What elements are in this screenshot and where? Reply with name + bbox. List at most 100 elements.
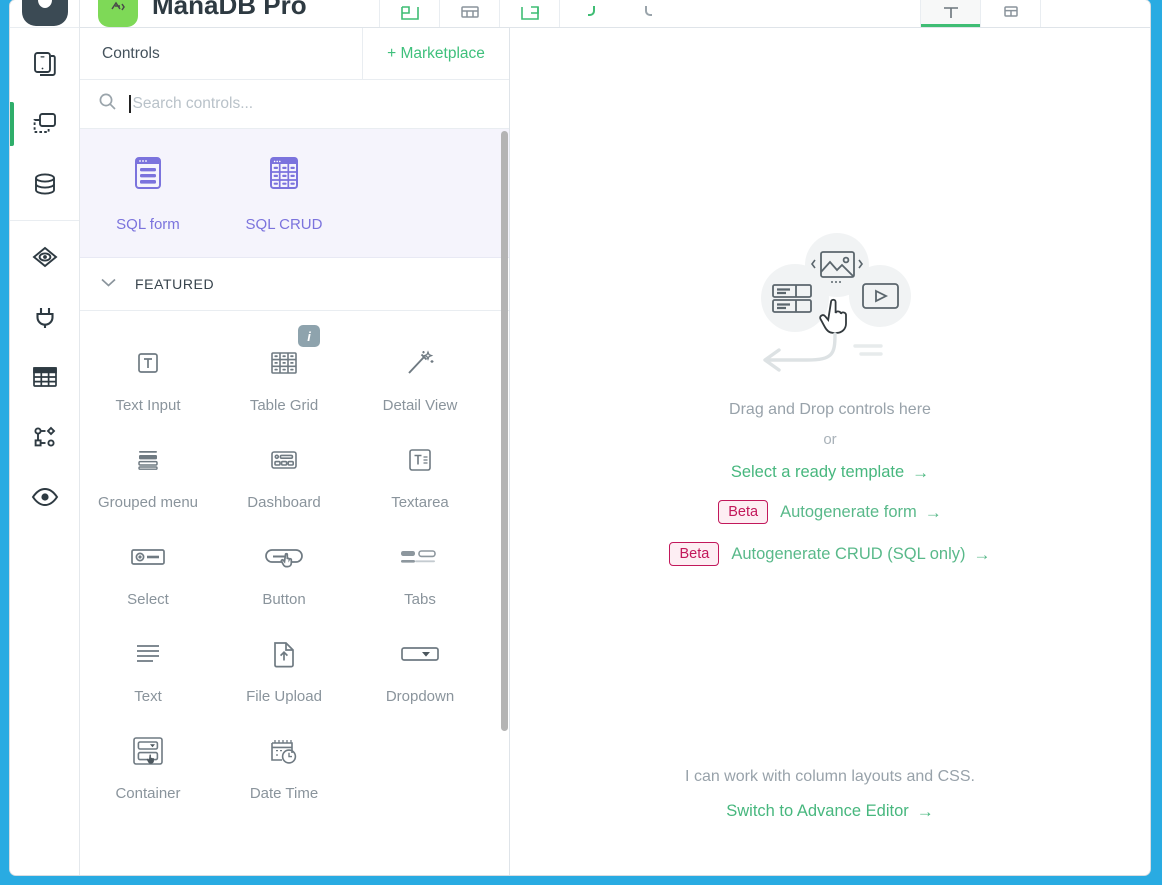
tabs-icon	[352, 535, 488, 579]
browser-frame: ManaDB Pro	[0, 0, 1162, 885]
toolbar-grid-icon[interactable]	[440, 0, 500, 27]
section-title: FEATURED	[135, 276, 214, 292]
sidebar-item-pages[interactable]	[10, 34, 79, 94]
control-label: Date Time	[216, 785, 352, 802]
control-label: File Upload	[216, 688, 352, 705]
control-file-upload[interactable]: File Upload	[216, 614, 352, 711]
toolbar-layout-left-icon[interactable]	[380, 0, 440, 27]
control-label: Text	[80, 688, 216, 705]
table-grid-icon	[216, 341, 352, 385]
control-label: Container	[80, 785, 216, 802]
advance-editor-hint: I can work with column layouts and CSS.	[510, 768, 1150, 786]
text-icon	[80, 632, 216, 676]
detail-view-icon	[352, 341, 488, 385]
date-time-icon	[216, 729, 352, 773]
autogenerate-crud-row: Beta Autogenerate CRUD (SQL only) →	[669, 542, 990, 566]
control-label: SQL CRUD	[216, 216, 352, 233]
control-label: Tabs	[352, 591, 488, 608]
control-label: Textarea	[352, 494, 488, 511]
control-tabs[interactable]: Tabs	[352, 517, 488, 614]
arrow-right-icon: →	[912, 464, 929, 481]
control-label: Table Grid	[216, 397, 352, 414]
sidebar-item-database[interactable]	[10, 154, 79, 214]
autogenerate-form-row: Beta Autogenerate form →	[718, 500, 942, 524]
arrow-right-icon: →	[925, 504, 942, 521]
design-canvas[interactable]: Drag and Drop controls here or Select a …	[510, 28, 1150, 875]
control-label: Button	[216, 591, 352, 608]
toolbar-undo-icon[interactable]	[560, 0, 620, 27]
control-label: Grouped menu	[80, 494, 216, 511]
sidebar-item-tables[interactable]	[10, 347, 79, 407]
marketplace-button[interactable]: + Marketplace	[363, 28, 509, 79]
rail-group-secondary	[10, 221, 79, 533]
controls-scroll-area: SQL form	[80, 129, 509, 875]
sidebar-item-plugins[interactable]	[10, 287, 79, 347]
select-template-label: Select a ready template	[731, 463, 904, 482]
toolbar-layout-right-icon[interactable]	[500, 0, 560, 27]
button-icon	[216, 535, 352, 579]
beta-badge: Beta	[669, 542, 719, 566]
switch-advance-editor-link[interactable]: Switch to Advance Editor →	[510, 802, 1150, 821]
autogenerate-form-label: Autogenerate form	[780, 503, 917, 522]
app-logo-icon	[22, 0, 68, 26]
control-date-time[interactable]: Date Time	[216, 711, 352, 808]
file-upload-icon	[216, 632, 352, 676]
toolbar-brand: ManaDB Pro	[80, 0, 380, 27]
info-badge[interactable]: i	[298, 325, 320, 347]
control-table-grid[interactable]: i	[216, 323, 352, 420]
brand-title: ManaDB Pro	[152, 0, 307, 21]
chevron-down-icon	[100, 275, 117, 293]
rail-logo	[10, 0, 79, 28]
left-icon-rail	[10, 0, 80, 875]
toolbar-redo-icon[interactable]	[620, 0, 680, 27]
dropdown-icon	[352, 632, 488, 676]
arrow-right-icon: →	[917, 803, 934, 820]
control-label: Detail View	[352, 397, 488, 414]
control-text-input[interactable]: Text Input	[80, 323, 216, 420]
control-sql-crud[interactable]: SQL CRUD	[216, 151, 352, 233]
search-input-wrapper	[129, 95, 491, 113]
controls-search-bar	[80, 80, 509, 129]
tab-design[interactable]	[920, 0, 980, 27]
or-separator: or	[823, 431, 836, 448]
control-text[interactable]: Text	[80, 614, 216, 711]
control-grouped-menu[interactable]: Grouped menu	[80, 420, 216, 517]
arrow-right-icon: →	[974, 546, 991, 563]
text-caret	[129, 95, 131, 113]
sql-controls-row: SQL form	[80, 129, 509, 258]
control-container[interactable]: Container	[80, 711, 216, 808]
beta-badge: Beta	[718, 500, 768, 524]
sidebar-item-screens[interactable]	[10, 94, 79, 154]
select-template-link[interactable]: Select a ready template →	[731, 463, 929, 482]
panel-title: Controls	[80, 28, 363, 79]
empty-state-illustration	[737, 230, 923, 391]
sql-form-icon	[126, 182, 170, 199]
autogenerate-form-link[interactable]: Autogenerate form →	[780, 503, 942, 522]
controls-panel: Controls + Marketplace	[80, 28, 510, 875]
panel-scrollbar-thumb[interactable]	[501, 131, 508, 731]
autogenerate-crud-label: Autogenerate CRUD (SQL only)	[731, 545, 965, 564]
control-label: Dropdown	[352, 688, 488, 705]
control-sql-form[interactable]: SQL form	[80, 151, 216, 233]
tab-layout[interactable]	[980, 0, 1040, 27]
control-button[interactable]: Button	[216, 517, 352, 614]
sql-crud-icon	[262, 182, 306, 199]
switch-advance-editor-label: Switch to Advance Editor	[726, 802, 909, 821]
top-toolbar: ManaDB Pro	[80, 0, 1150, 28]
toolbar-end	[1040, 0, 1150, 27]
control-detail-view[interactable]: Detail View	[352, 323, 488, 420]
search-input[interactable]	[133, 95, 492, 113]
autogenerate-crud-link[interactable]: Autogenerate CRUD (SQL only) →	[731, 545, 990, 564]
sidebar-item-view[interactable]	[10, 467, 79, 527]
control-select[interactable]: Select	[80, 517, 216, 614]
sidebar-item-workflow[interactable]	[10, 407, 79, 467]
control-label: SQL form	[80, 216, 216, 233]
control-dashboard[interactable]: Dashboard	[216, 420, 352, 517]
container-icon	[80, 729, 216, 773]
control-dropdown[interactable]: Dropdown	[352, 614, 488, 711]
section-header-featured[interactable]: FEATURED	[80, 258, 509, 311]
sidebar-item-preview[interactable]	[10, 227, 79, 287]
control-label: Text Input	[80, 397, 216, 414]
textarea-icon	[352, 438, 488, 482]
control-textarea[interactable]: Textarea	[352, 420, 488, 517]
